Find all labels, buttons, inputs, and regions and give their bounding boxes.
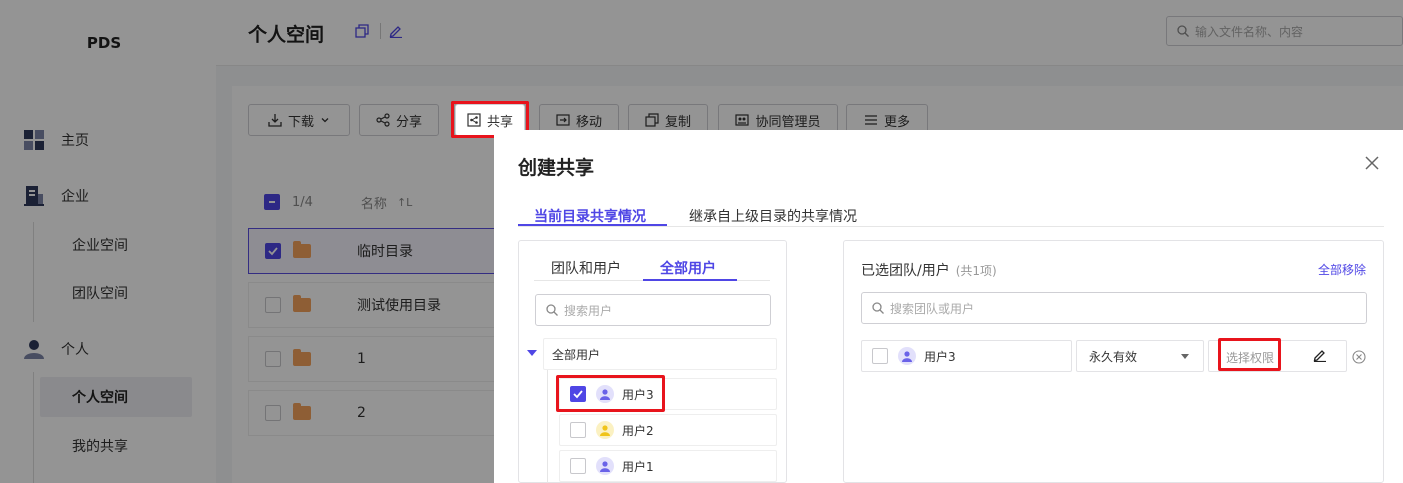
selected-user-row[interactable]: 用户3 bbox=[861, 340, 1072, 372]
tree-line bbox=[547, 370, 548, 483]
tab-current-share[interactable]: 当前目录共享情况 bbox=[534, 206, 646, 226]
search-icon bbox=[546, 304, 558, 316]
user-avatar-icon bbox=[596, 457, 614, 475]
user-option[interactable]: 用户1 bbox=[559, 450, 777, 482]
close-icon[interactable] bbox=[1364, 155, 1380, 171]
selected-title-text: 已选团队/用户 bbox=[861, 263, 950, 279]
expiry-select[interactable]: 永久有效 bbox=[1076, 340, 1204, 372]
tree-node-all-users[interactable]: 全部用户 bbox=[543, 338, 777, 370]
tab-inherited-share[interactable]: 继承自上级目录的共享情况 bbox=[689, 206, 857, 226]
caret-down-icon bbox=[1181, 354, 1189, 359]
user-name: 用户3 bbox=[924, 349, 956, 364]
highlight-box bbox=[1218, 338, 1281, 371]
active-subtab-indicator bbox=[643, 279, 737, 281]
selected-user-checkbox[interactable] bbox=[872, 348, 888, 364]
selected-title: 已选团队/用户 (共1项) bbox=[861, 260, 997, 280]
search-placeholder: 搜索用户 bbox=[564, 303, 613, 318]
user-checkbox[interactable] bbox=[570, 422, 586, 438]
expiry-value: 永久有效 bbox=[1089, 349, 1138, 364]
user-name: 用户2 bbox=[622, 423, 654, 438]
highlight-box bbox=[556, 375, 665, 412]
selected-count: (共1项) bbox=[955, 264, 997, 278]
remove-circle-icon[interactable] bbox=[1352, 350, 1366, 364]
user-name: 用户1 bbox=[622, 459, 654, 474]
caret-down-icon[interactable] bbox=[527, 350, 537, 356]
remove-all-link[interactable]: 全部移除 bbox=[1318, 261, 1366, 278]
create-share-dialog: 创建共享 当前目录共享情况 继承自上级目录的共享情况 团队和用户 全部用户 搜索… bbox=[494, 130, 1403, 483]
subtab-all-users[interactable]: 全部用户 bbox=[660, 258, 716, 278]
subtab-teams-users[interactable]: 团队和用户 bbox=[551, 258, 621, 278]
tabs-divider bbox=[518, 226, 1384, 227]
search-placeholder: 搜索团队或用户 bbox=[890, 301, 975, 316]
user-checkbox[interactable] bbox=[570, 458, 586, 474]
user-option[interactable]: 用户2 bbox=[559, 414, 777, 446]
user-avatar-icon bbox=[596, 421, 614, 439]
dialog-title: 创建共享 bbox=[518, 157, 595, 179]
search-icon bbox=[872, 302, 884, 314]
edit-icon[interactable] bbox=[1313, 348, 1327, 362]
user-search-input[interactable]: 搜索用户 bbox=[535, 294, 771, 326]
user-avatar-icon bbox=[898, 347, 916, 365]
active-tab-indicator bbox=[518, 224, 667, 226]
team-user-search-input[interactable]: 搜索团队或用户 bbox=[861, 292, 1367, 324]
